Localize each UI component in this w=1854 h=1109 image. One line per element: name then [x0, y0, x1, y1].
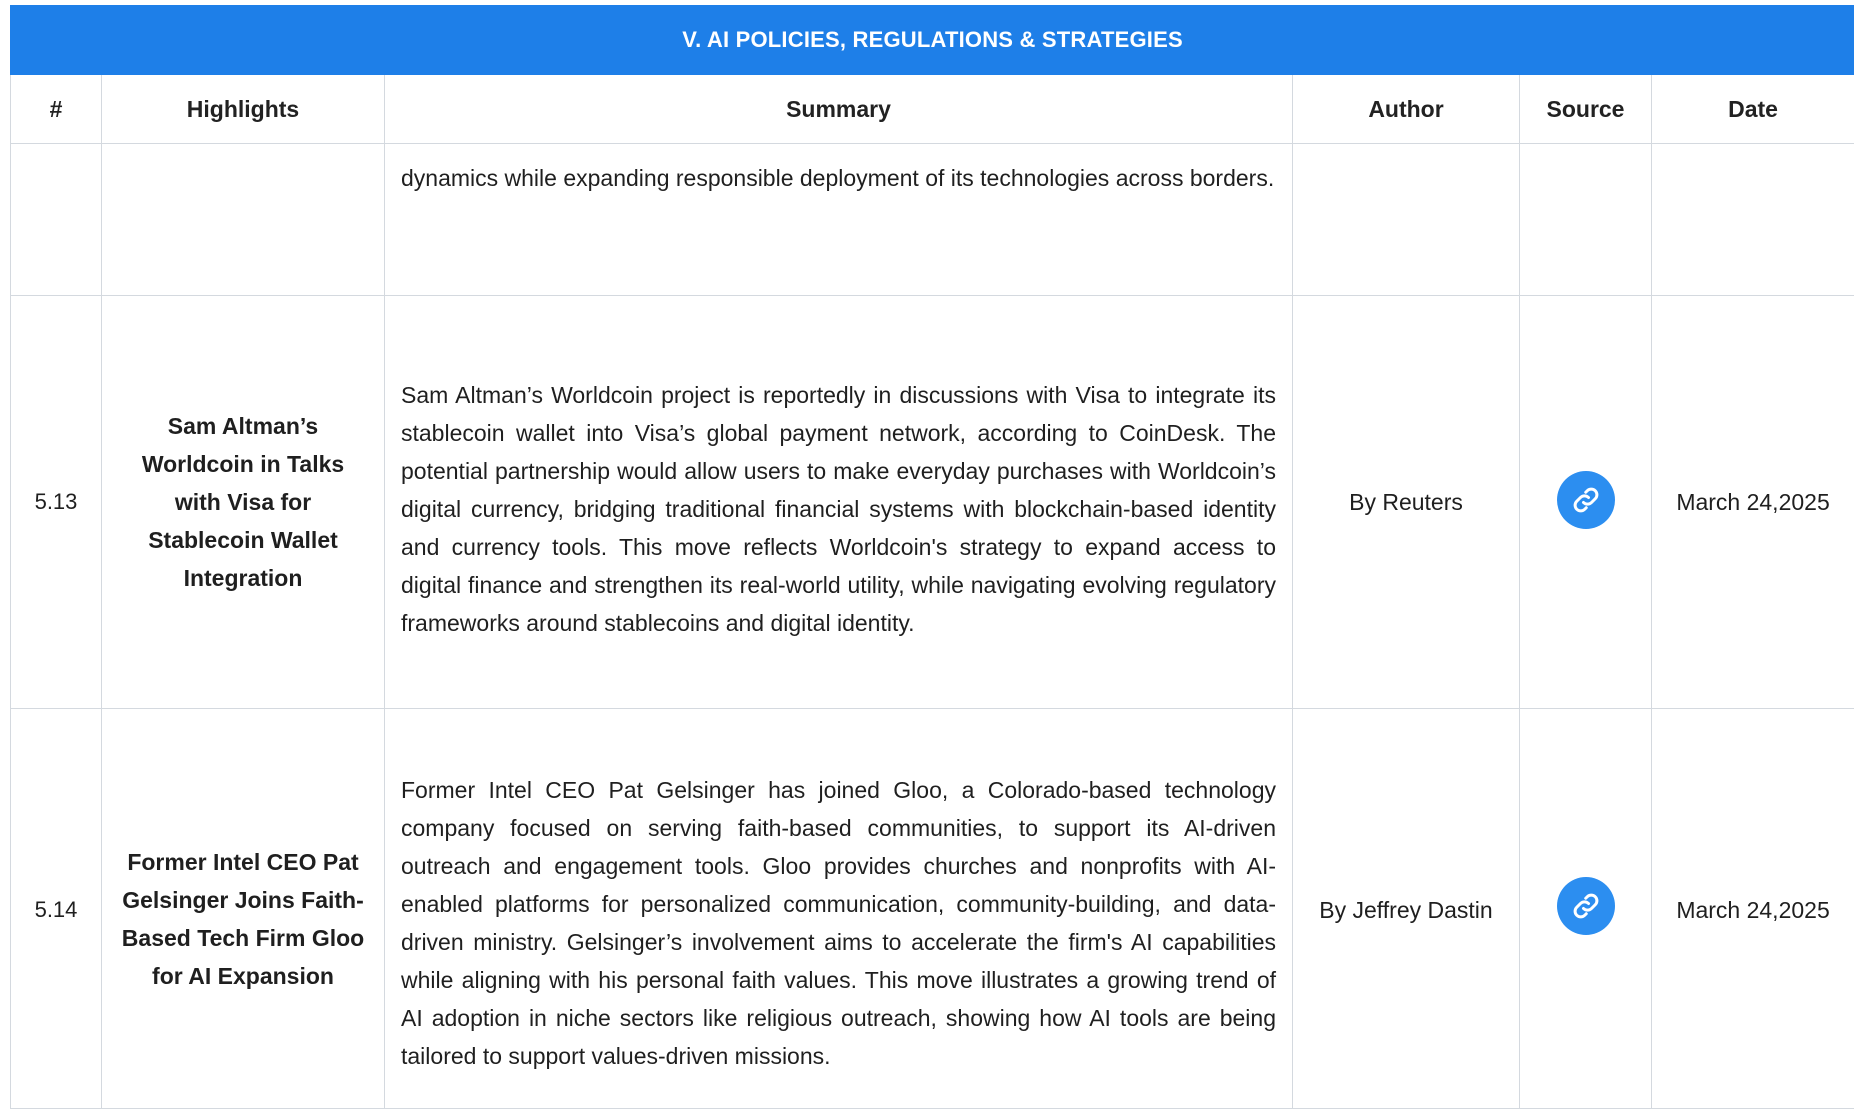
policies-table: V. AI POLICIES, REGULATIONS & STRATEGIES… — [10, 5, 1854, 1109]
cell-num: 5.14 — [11, 709, 102, 1109]
link-icon — [1571, 891, 1601, 921]
cell-summary-text: Former Intel CEO Pat Gelsinger has joine… — [401, 723, 1276, 1075]
table-row: 5.13 Sam Altman’s Worldcoin in Talks wit… — [11, 296, 1854, 709]
link-icon — [1571, 485, 1601, 515]
header-highlights: Highlights — [102, 75, 385, 144]
table-row: 5.14 Former Intel CEO Pat Gelsinger Join… — [11, 709, 1854, 1109]
cell-num — [11, 144, 102, 296]
cell-author-text: By Jeffrey Dastin — [1293, 709, 1519, 924]
section-title-row: V. AI POLICIES, REGULATIONS & STRATEGIES — [11, 6, 1854, 75]
policies-table-sheet: V. AI POLICIES, REGULATIONS & STRATEGIES… — [10, 5, 1854, 1109]
cell-date: March 24,2025 — [1652, 709, 1854, 1109]
table-row-continued: dynamics while expanding responsible dep… — [11, 144, 1854, 296]
cell-date: March 24,2025 — [1652, 296, 1854, 709]
header-source: Source — [1520, 75, 1652, 144]
header-summary: Summary — [385, 75, 1293, 144]
column-header-row: # Highlights Summary Author Source Date — [11, 75, 1854, 144]
cell-num: 5.13 — [11, 296, 102, 709]
source-link-button[interactable] — [1557, 877, 1615, 935]
cell-date — [1652, 144, 1854, 296]
header-author: Author — [1293, 75, 1520, 144]
cell-highlight: Former Intel CEO Pat Gelsinger Joins Fai… — [102, 709, 385, 1109]
cell-author — [1293, 144, 1520, 296]
cell-summary: Former Intel CEO Pat Gelsinger has joine… — [385, 709, 1293, 1109]
cell-num-text: 5.14 — [11, 709, 101, 923]
cell-author: By Jeffrey Dastin — [1293, 709, 1520, 1109]
cell-source — [1520, 144, 1652, 296]
cell-summary: dynamics while expanding responsible dep… — [385, 144, 1293, 296]
header-date: Date — [1652, 75, 1854, 144]
header-num: # — [11, 75, 102, 144]
cell-summary: Sam Altman’s Worldcoin project is report… — [385, 296, 1293, 709]
cell-highlight: Sam Altman’s Worldcoin in Talks with Vis… — [102, 296, 385, 709]
cell-source-wrap — [1520, 709, 1651, 940]
cell-source — [1520, 296, 1652, 709]
source-link-button[interactable] — [1557, 471, 1615, 529]
cell-highlight-text: Former Intel CEO Pat Gelsinger Joins Fai… — [118, 709, 368, 995]
cell-date-text: March 24,2025 — [1652, 709, 1854, 924]
cell-highlight — [102, 144, 385, 296]
cell-author: By Reuters — [1293, 296, 1520, 709]
cell-source — [1520, 709, 1652, 1109]
section-title: V. AI POLICIES, REGULATIONS & STRATEGIES — [11, 6, 1854, 75]
